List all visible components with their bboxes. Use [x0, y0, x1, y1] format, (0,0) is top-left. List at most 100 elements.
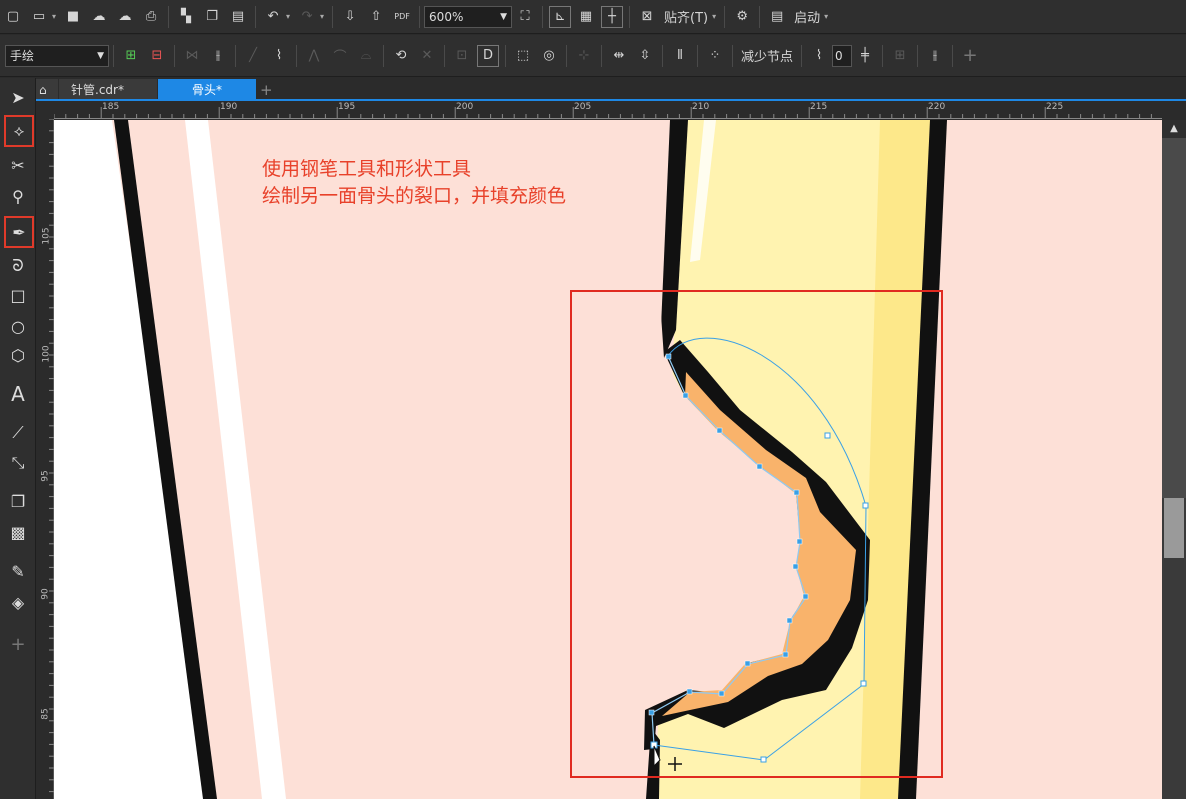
reduce-nodes-button[interactable]: 减少节点	[737, 46, 797, 65]
grid-icon[interactable]: ▦	[575, 6, 597, 28]
shape-tool-icon[interactable]: ⟡	[4, 115, 34, 147]
upload-icon[interactable]: ☁	[88, 6, 110, 28]
separator	[332, 5, 334, 28]
ellipse-tool-icon[interactable]: ○	[5, 313, 31, 339]
break-curve-icon[interactable]: ⫲	[207, 45, 229, 67]
separator	[505, 44, 506, 67]
ruler-label: 205	[574, 102, 592, 112]
property-bar: 手绘 ▼ ⊞ ⊟ ⋈ ⫲ ╱ ⌇ ⋀ ⌒ ⌓ ⟲ ✕ ⊡ D ⬚ ◎ ⊹ ⇹ ⇳…	[0, 35, 1186, 77]
transparency-icon[interactable]: ▩	[5, 519, 31, 545]
launch-icon[interactable]: ▤	[766, 6, 788, 28]
save-icon[interactable]: ■	[62, 6, 84, 28]
add-tab-icon[interactable]: +	[256, 79, 278, 100]
separator	[629, 5, 631, 28]
cusp-node-icon[interactable]: ⋀	[303, 45, 325, 67]
smooth-node-icon[interactable]: ⌒	[329, 45, 351, 67]
smoothness-slider-icon[interactable]: ╪	[854, 45, 876, 67]
separator	[419, 5, 421, 28]
extract-subpath-icon[interactable]: ⊡	[451, 45, 473, 67]
join-nodes-icon[interactable]: ⋈	[181, 45, 203, 67]
mode-select[interactable]: 手绘 ▼	[5, 44, 109, 67]
copy-icon[interactable]: ❐	[201, 6, 223, 28]
separator	[917, 44, 919, 67]
scroll-track[interactable]	[1162, 138, 1186, 498]
reverse-direction-icon[interactable]: ⟲	[390, 45, 412, 67]
redo-icon[interactable]: ↷	[296, 6, 318, 28]
fill-icon[interactable]: ◈	[5, 589, 31, 615]
stretch-nodes-icon[interactable]: ⬚	[512, 45, 534, 67]
undo-icon[interactable]: ↶	[262, 6, 284, 28]
zoom-tool-icon[interactable]: ⚲	[5, 183, 31, 209]
home-icon[interactable]: ⌂	[36, 79, 58, 100]
cloud-icon[interactable]: ☁	[114, 6, 136, 28]
close-curve-icon[interactable]: D	[477, 44, 499, 67]
text-tool-icon[interactable]: A	[5, 381, 31, 407]
mirror-v-icon[interactable]: ⇳	[634, 45, 656, 67]
eyedropper-icon[interactable]: ✎	[5, 558, 31, 584]
pdf-icon[interactable]: PDF	[391, 6, 413, 28]
tab-needle-doc[interactable]: 针管.cdr*	[59, 79, 157, 100]
polygon-tool-icon[interactable]: ⬡	[5, 342, 31, 368]
vertical-scrollbar[interactable]: ▲	[1162, 120, 1186, 799]
chevron-down-icon: ▼	[97, 50, 104, 61]
zoom-value: 600%	[429, 9, 464, 24]
scroll-up-icon[interactable]: ▲	[1162, 120, 1186, 138]
export-icon[interactable]: ⇧	[365, 6, 387, 28]
ruler-corner[interactable]	[36, 101, 54, 119]
launch-menu[interactable]: 启动	[790, 7, 824, 26]
rectangle-tool-icon[interactable]: □	[5, 282, 31, 308]
import-icon[interactable]: ⇩	[339, 6, 361, 28]
add-node-icon[interactable]: ⊞	[120, 45, 142, 67]
separator	[383, 44, 384, 67]
tab-bone-doc[interactable]: 骨头*	[158, 79, 256, 100]
artistic-media-icon[interactable]: ᘐ	[5, 253, 31, 279]
guidelines-icon[interactable]: ┼	[601, 5, 624, 28]
rulers-icon[interactable]: ⊾	[549, 5, 572, 28]
ruler-label: 210	[692, 102, 710, 112]
delete-node-icon[interactable]: ⊟	[146, 45, 168, 67]
connector-tool-icon[interactable]: ⤡	[5, 450, 31, 476]
separator	[662, 44, 663, 67]
settings-icon[interactable]: ⚙	[731, 6, 753, 28]
pick-tool-icon[interactable]: ➤	[5, 84, 31, 110]
symmetric-node-icon[interactable]: ⌓	[355, 45, 377, 67]
mode-value: 手绘	[10, 49, 35, 63]
rotate-nodes-icon[interactable]: ◎	[538, 45, 560, 67]
paste-icon[interactable]: ▤	[227, 6, 249, 28]
separator	[952, 44, 954, 67]
mirror-h-icon[interactable]: ⇹	[608, 45, 630, 67]
elastic-mode-icon[interactable]: ⫴	[669, 45, 691, 67]
align-nodes-icon[interactable]: ⊹	[573, 45, 595, 67]
dimension-tool-icon[interactable]: ⟋	[5, 420, 31, 446]
snap-to-menu[interactable]: 贴齐(T)	[660, 7, 712, 26]
cut-icon[interactable]: ▚	[175, 6, 197, 28]
print-icon[interactable]: ⎙	[140, 6, 162, 28]
add-tool-icon[interactable]: +	[5, 631, 31, 657]
zoom-select[interactable]: 600% ▼	[424, 5, 513, 28]
separator	[542, 5, 544, 28]
node-options-icon[interactable]: ⊞	[889, 45, 911, 67]
separator	[296, 44, 297, 67]
tutorial-annotation: 使用钢笔工具和形状工具 绘制另一面骨头的裂口，并填充颜色	[262, 156, 566, 210]
node-handles-icon[interactable]: ⫲	[924, 45, 946, 67]
drawing-canvas[interactable]: 使用钢笔工具和形状工具 绘制另一面骨头的裂口，并填充颜色	[54, 120, 1162, 799]
new-document-icon[interactable]: ▢	[2, 6, 24, 28]
ruler-label: 195	[338, 102, 356, 112]
select-all-nodes-icon[interactable]: ⁘	[704, 45, 726, 67]
to-curve-icon[interactable]: ⌇	[268, 45, 290, 67]
fullscreen-icon[interactable]: ⛶	[514, 6, 536, 28]
smoothness-input[interactable]: 0	[832, 44, 853, 67]
open-icon[interactable]: ▭	[28, 6, 50, 28]
chevron-down-icon: ▼	[500, 11, 508, 22]
snap-off-icon[interactable]: ⊠	[636, 6, 658, 28]
to-line-icon[interactable]: ╱	[242, 45, 264, 67]
ruler-label: 85	[40, 708, 51, 720]
add-icon[interactable]: +	[959, 45, 981, 67]
horizontal-ruler[interactable]: 185 190 195 200 205 210 215 220 225	[54, 101, 1162, 119]
drop-shadow-icon[interactable]: ❐	[5, 488, 31, 514]
crop-tool-icon[interactable]: ✂	[5, 152, 31, 178]
extend-curve-icon[interactable]: ✕	[416, 45, 438, 67]
pen-tool-icon[interactable]: ✒	[4, 216, 34, 248]
vertical-ruler[interactable]: 105 100 95 90 85	[36, 119, 54, 799]
scroll-thumb[interactable]	[1164, 498, 1184, 558]
